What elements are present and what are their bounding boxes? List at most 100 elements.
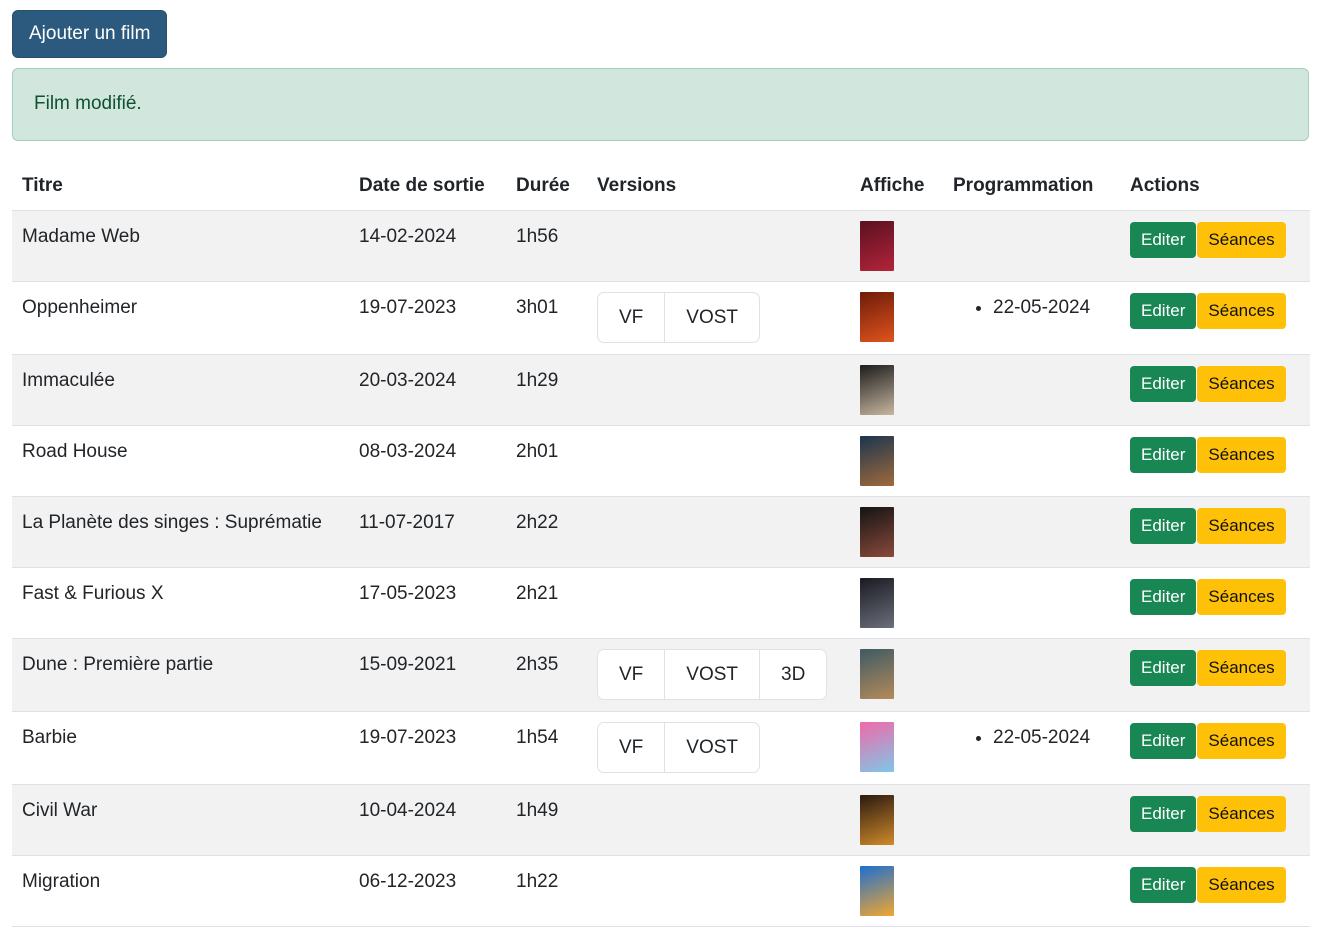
table-row: Migration 06-12-2023 1h22 Editer Séances	[12, 855, 1310, 927]
film-release-date: 20-03-2024	[349, 354, 506, 426]
schedule-list: 22-05-2024	[953, 726, 1110, 750]
edit-button[interactable]: Editer	[1130, 796, 1197, 832]
film-poster-cell	[850, 281, 943, 355]
edit-button[interactable]: Editer	[1130, 222, 1197, 258]
table-row: Barbie19-07-20231h54VFVOST 22-05-2024 Edit…	[12, 711, 1310, 785]
version-badge[interactable]: VOST	[664, 293, 759, 342]
schedule-date[interactable]: 22-05-2024	[993, 296, 1110, 320]
film-title: Road House	[12, 425, 349, 497]
film-duration: 1h56	[506, 210, 587, 282]
film-actions: Editer Séances	[1120, 354, 1310, 426]
film-poster-cell	[850, 711, 943, 785]
film-poster-image	[860, 365, 894, 415]
sessions-button[interactable]: Séances	[1197, 867, 1286, 903]
film-schedule	[943, 354, 1120, 426]
film-duration: 2h01	[506, 425, 587, 497]
version-badge[interactable]: VF	[598, 293, 664, 342]
film-poster-image	[860, 866, 894, 916]
sessions-button[interactable]: Séances	[1197, 366, 1286, 402]
film-poster-cell	[850, 425, 943, 497]
table-body: Madame Web 14-02-2024 1h56 Editer Séances Opp…	[12, 210, 1310, 927]
film-schedule	[943, 496, 1120, 568]
edit-button[interactable]: Editer	[1130, 366, 1197, 402]
film-title: Barbie	[12, 711, 349, 785]
film-versions	[587, 210, 850, 282]
version-badge[interactable]: VF	[598, 650, 664, 699]
edit-button[interactable]: Editer	[1130, 867, 1197, 903]
film-poster-cell	[850, 784, 943, 856]
header-release-date: Date de sortie	[349, 163, 506, 211]
film-poster-cell	[850, 496, 943, 568]
film-poster-image	[860, 649, 894, 699]
versions-group: VF VOST	[597, 722, 761, 773]
edit-button[interactable]: Editer	[1130, 437, 1197, 473]
film-actions: Editer Séances	[1120, 210, 1310, 282]
film-versions: VF VOST 3D	[587, 638, 850, 712]
sessions-button[interactable]: Séances	[1197, 293, 1286, 329]
film-title: Oppenheimer	[12, 281, 349, 355]
film-schedule	[943, 425, 1120, 497]
film-poster-image	[860, 722, 894, 772]
sessions-button[interactable]: Séances	[1197, 579, 1286, 615]
film-poster-cell	[850, 855, 943, 927]
table-row: Civil War 10-04-2024 1h49 Editer Séances	[12, 784, 1310, 856]
sessions-button[interactable]: Séances	[1197, 508, 1286, 544]
film-schedule	[943, 210, 1120, 282]
film-title: La Planète des singes : Suprématie	[12, 496, 349, 568]
film-actions: Editer Séances	[1120, 711, 1310, 785]
version-badge[interactable]: VF	[598, 723, 664, 772]
schedule-date[interactable]: 22-05-2024	[993, 726, 1110, 750]
film-versions	[587, 354, 850, 426]
film-poster-image	[860, 436, 894, 486]
edit-button[interactable]: Editer	[1130, 293, 1197, 329]
table-row: Road House 08-03-2024 2h01 Editer Séances	[12, 425, 1310, 497]
film-actions: Editer Séances	[1120, 425, 1310, 497]
film-duration: 2h22	[506, 496, 587, 568]
film-schedule	[943, 567, 1120, 639]
film-schedule	[943, 784, 1120, 856]
edit-button[interactable]: Editer	[1130, 723, 1197, 759]
table-row: Madame Web 14-02-2024 1h56 Editer Séances	[12, 210, 1310, 282]
film-actions: Editer Séances	[1120, 567, 1310, 639]
version-badge[interactable]: 3D	[759, 650, 826, 699]
film-poster-cell	[850, 210, 943, 282]
film-actions: Editer Séances	[1120, 638, 1310, 712]
film-release-date: 15-09-2021	[349, 638, 506, 712]
add-film-button[interactable]: Ajouter un film	[12, 10, 168, 58]
film-duration: 1h29	[506, 354, 587, 426]
header-versions: Versions	[587, 163, 850, 211]
version-badge[interactable]: VOST	[664, 723, 759, 772]
alert-message: Film modifié.	[34, 93, 142, 114]
film-duration: 2h35	[506, 638, 587, 712]
film-duration: 1h49	[506, 784, 587, 856]
header-schedule: Programmation	[943, 163, 1120, 211]
film-actions: Editer Séances	[1120, 855, 1310, 927]
film-release-date: 17-05-2023	[349, 567, 506, 639]
sessions-button[interactable]: Séances	[1197, 650, 1286, 686]
edit-button[interactable]: Editer	[1130, 579, 1197, 615]
header-title: Titre	[12, 163, 349, 211]
sessions-button[interactable]: Séances	[1197, 222, 1286, 258]
film-title: Dune : Première partie	[12, 638, 349, 712]
header-duration: Durée	[506, 163, 587, 211]
film-release-date: 19-07-2023	[349, 711, 506, 785]
film-duration: 2h21	[506, 567, 587, 639]
sessions-button[interactable]: Séances	[1197, 723, 1286, 759]
sessions-button[interactable]: Séances	[1197, 796, 1286, 832]
films-table: Titre Date de sortie Durée Versions Affi…	[12, 163, 1310, 927]
film-release-date: 11-07-2017	[349, 496, 506, 568]
film-duration: 1h22	[506, 855, 587, 927]
film-title: Migration	[12, 855, 349, 927]
sessions-button[interactable]: Séances	[1197, 437, 1286, 473]
header-actions: Actions	[1120, 163, 1310, 211]
edit-button[interactable]: Editer	[1130, 508, 1197, 544]
film-title: Fast & Furious X	[12, 567, 349, 639]
version-badge[interactable]: VOST	[664, 650, 759, 699]
film-actions: Editer Séances	[1120, 496, 1310, 568]
edit-button[interactable]: Editer	[1130, 650, 1197, 686]
film-poster-image	[860, 578, 894, 628]
film-release-date: 19-07-2023	[349, 281, 506, 355]
film-actions: Editer Séances	[1120, 784, 1310, 856]
film-release-date: 08-03-2024	[349, 425, 506, 497]
versions-group: VF VOST 3D	[597, 649, 828, 700]
